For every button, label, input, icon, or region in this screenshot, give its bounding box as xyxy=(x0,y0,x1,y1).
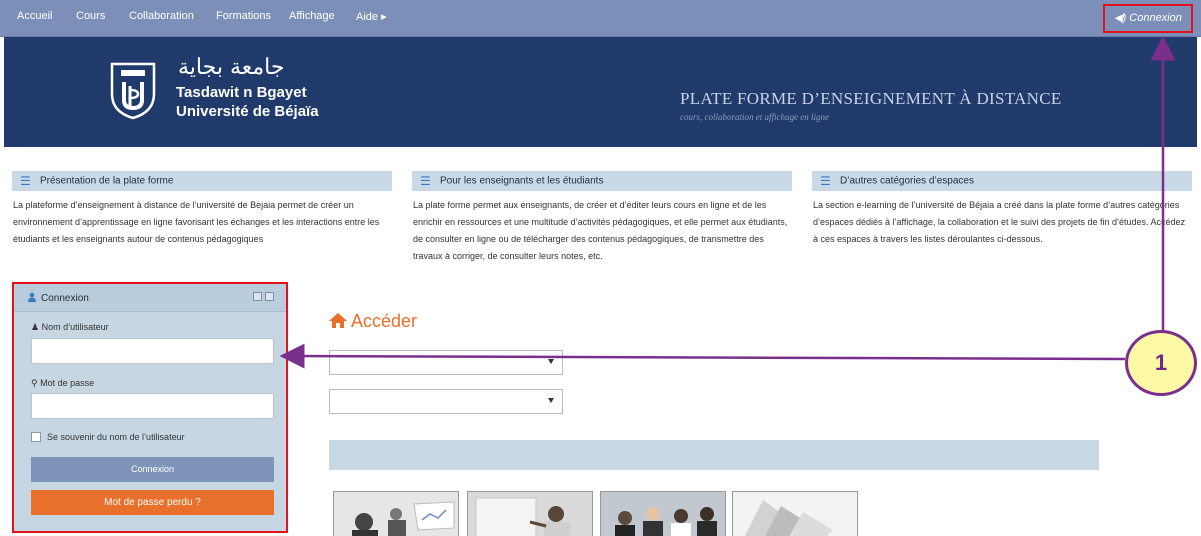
password-label: ⚲ Mot de passe xyxy=(31,378,94,389)
collapse-icon[interactable] xyxy=(265,292,274,301)
space-select-2[interactable] xyxy=(329,389,563,414)
info-header: ☰ D’autres catégories d’espaces xyxy=(812,171,1192,191)
menu-icon: ☰ xyxy=(420,174,431,188)
space-select-1[interactable] xyxy=(329,350,563,375)
remember-checkbox[interactable] xyxy=(31,432,41,442)
dock-icon[interactable] xyxy=(253,292,262,301)
acceder-bar xyxy=(329,440,1099,470)
meeting-photo-icon xyxy=(334,492,458,536)
banner-title: PLATE FORME D’ENSEIGNEMENT À DISTANCE xyxy=(680,89,1062,108)
thumbnail-book[interactable] xyxy=(732,491,858,536)
key-icon: ⚲ xyxy=(31,378,41,388)
login-panel: Connexion ♟ Nom d’utilisateur ⚲ Mot de p… xyxy=(12,282,288,533)
annotation-callout-1: 1 xyxy=(1125,330,1197,396)
presenter-photo-icon xyxy=(468,492,592,536)
menu-icon: ☰ xyxy=(820,174,831,188)
acceder-title: Accéder xyxy=(329,311,417,332)
thumbnail-presenter[interactable] xyxy=(467,491,593,536)
thumbnail-group[interactable] xyxy=(600,491,726,536)
username-label: ♟ Nom d’utilisateur xyxy=(31,322,109,333)
remember-label: Se souvenir du nom de l’utilisateur xyxy=(47,432,185,442)
logo-name-line1: Tasdawit n Bgayet xyxy=(176,84,307,101)
username-label-text: Nom d’utilisateur xyxy=(41,322,109,332)
login-panel-title: Connexion xyxy=(27,292,89,304)
thumbnail-meeting[interactable] xyxy=(333,491,459,536)
info-text: La section e-learning de l’université de… xyxy=(813,200,1186,244)
logo-name-line2: Université de Béjaïa xyxy=(176,103,319,120)
nav-item-collaboration[interactable]: Collaboration xyxy=(129,10,194,22)
info-header: ☰ Pour les enseignants et les étudiants xyxy=(412,171,792,191)
book-photo-icon xyxy=(733,492,857,536)
chevron-down-icon xyxy=(548,398,554,403)
header-login-button[interactable]: ◀) Connexion xyxy=(1103,4,1193,33)
login-panel-header: Connexion xyxy=(14,284,286,312)
user-small-icon: ♟ xyxy=(31,322,42,332)
nav-item-formations[interactable]: Formations xyxy=(216,10,271,22)
info-column-categories: ☰ D’autres catégories d’espaces La sectio… xyxy=(812,171,1192,248)
login-panel-title-label: Connexion xyxy=(41,293,89,304)
nav-item-cours[interactable]: Cours xyxy=(76,10,105,22)
page: Accueil Cours Collaboration Formations A… xyxy=(0,0,1201,536)
acceder-title-label: Accéder xyxy=(351,311,418,331)
top-nav: Accueil Cours Collaboration Formations A… xyxy=(0,0,1201,37)
nav-item-aide[interactable]: Aide ▸ xyxy=(356,10,387,23)
info-column-presentation: ☰ Présentation de la plate forme La plate… xyxy=(12,171,392,248)
user-icon xyxy=(28,292,36,302)
nav-item-affichage[interactable]: Affichage xyxy=(289,10,335,22)
password-input[interactable] xyxy=(31,393,274,419)
info-header-label: Présentation de la plate forme xyxy=(40,175,174,187)
login-submit-button[interactable]: Connexion xyxy=(31,457,274,482)
banner: جامعة بجاية Tasdawit n Bgayet Université… xyxy=(4,37,1197,147)
chevron-down-icon xyxy=(548,359,554,364)
info-header: ☰ Présentation de la plate forme xyxy=(12,171,392,191)
logo-arabic-name: جامعة بجاية xyxy=(178,55,285,80)
info-header-label: D’autres catégories d’espaces xyxy=(840,175,974,187)
password-label-text: Mot de passe xyxy=(40,378,95,388)
lost-password-button[interactable]: Mot de passe perdu ? xyxy=(31,490,274,515)
info-text: La plate forme permet aux enseignants, d… xyxy=(413,200,788,261)
username-input[interactable] xyxy=(31,338,274,364)
info-text: La plateforme d’enseignement à distance … xyxy=(13,200,380,244)
menu-icon: ☰ xyxy=(20,174,31,188)
group-photo-icon xyxy=(601,492,725,536)
banner-subtitle: cours, collaboration et affichage en lig… xyxy=(680,112,829,122)
info-header-label: Pour les enseignants et les étudiants xyxy=(440,175,604,187)
nav-item-accueil[interactable]: Accueil xyxy=(17,10,52,22)
info-column-enseignants: ☰ Pour les enseignants et les étudiants L… xyxy=(412,171,792,265)
university-logo-icon xyxy=(110,62,156,120)
home-icon xyxy=(329,313,347,328)
